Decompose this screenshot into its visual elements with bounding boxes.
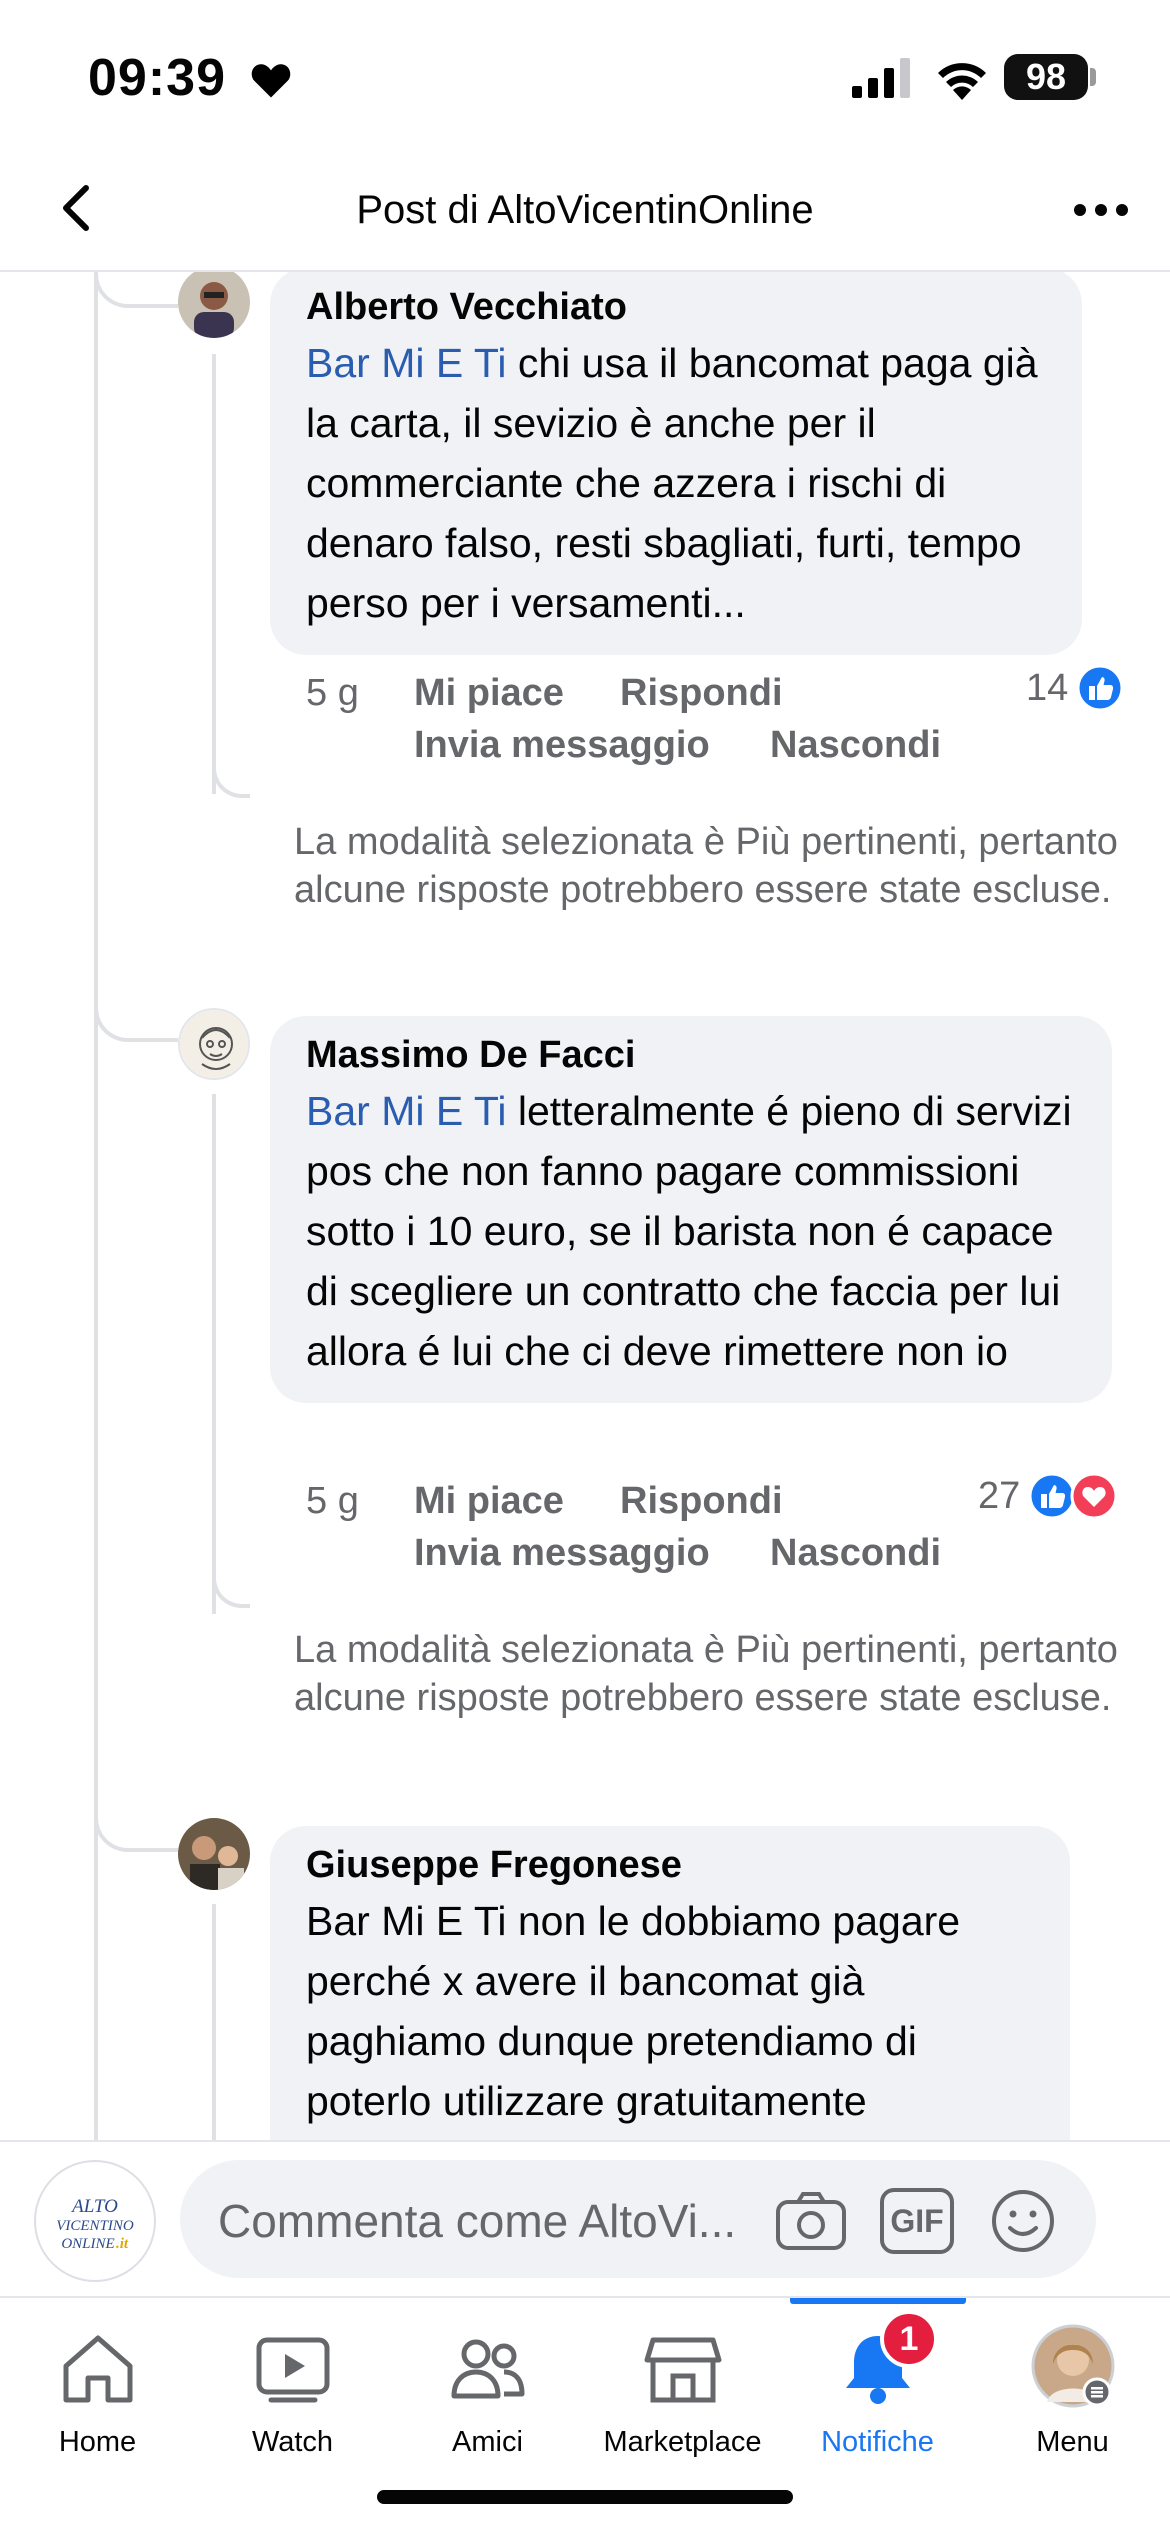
reply-button[interactable]: Rispondi (620, 1480, 783, 1523)
avatar[interactable] (178, 1008, 250, 1080)
avatar[interactable] (178, 1818, 250, 1890)
sort-notice: La modalità selezionata è Più pertinenti… (294, 1629, 1118, 1719)
avatar[interactable] (178, 272, 250, 338)
page-avatar-logo[interactable]: ALTO VICENTINO ONLINE .it (34, 2160, 156, 2282)
comment-author[interactable]: Alberto Vecchiato (306, 286, 1046, 329)
svg-text:ALTO: ALTO (70, 2196, 118, 2217)
reply-connector (212, 762, 250, 798)
reply-rail (212, 1904, 216, 2140)
tab-label: Amici (452, 2426, 523, 2458)
love-icon (1070, 1472, 1118, 1520)
like-button[interactable]: Mi piace (414, 672, 564, 715)
alto-vicentino-logo: ALTO VICENTINO ONLINE .it (56, 2196, 134, 2252)
svg-text:ONLINE: ONLINE (61, 2236, 114, 2252)
reply-rail (212, 354, 216, 794)
comment-thread[interactable]: Alberto Vecchiato Bar Mi E Ti chi usa il… (0, 272, 1170, 2140)
comment-time: 5 g (306, 1480, 359, 1522)
home-icon (63, 2335, 132, 2403)
status-time: 09:39 (88, 49, 226, 107)
tab-label: Marketplace (603, 2426, 762, 2458)
svg-text:VICENTINO: VICENTINO (56, 2218, 134, 2234)
comment-text: Bar Mi E Ti letteralmente é pieno di ser… (306, 1088, 1072, 1374)
comment-placeholder: Commenta come AltoVi... (218, 2195, 737, 2247)
tab-label: Notifiche (821, 2426, 934, 2458)
tab-home[interactable]: Home (0, 2298, 195, 2478)
hide-button[interactable]: Nascondi (770, 724, 941, 767)
comment-author[interactable]: Massimo De Facci (306, 1034, 1076, 1077)
home-indicator[interactable] (377, 2490, 793, 2504)
comment-time: 5 g (306, 672, 359, 714)
tab-notifications[interactable]: Notifiche (780, 2298, 975, 2478)
wifi-icon (938, 63, 986, 100)
tab-label: Watch (251, 2426, 334, 2458)
notification-badge: 1 (880, 2310, 938, 2368)
watch-icon (256, 2337, 329, 2403)
gif-button[interactable]: GIF (880, 2188, 954, 2254)
mention-link[interactable]: Bar Mi E Ti (306, 340, 506, 386)
hide-button[interactable]: Nascondi (770, 1532, 941, 1575)
tab-label: Menu (1036, 2426, 1109, 2458)
battery-tip (1090, 68, 1096, 86)
friends-icon (451, 2339, 524, 2399)
comment-bubble[interactable]: Alberto Vecchiato Bar Mi E Ti chi usa il… (270, 272, 1082, 655)
tab-watch[interactable]: Watch (195, 2298, 390, 2478)
tab-friends[interactable]: Amici (390, 2298, 585, 2478)
comment-bubble[interactable]: Massimo De Facci Bar Mi E Ti letteralmen… (270, 1016, 1112, 1403)
thread-connector (94, 272, 178, 308)
comment-composer: ALTO VICENTINO ONLINE .it Commenta come … (0, 2140, 1170, 2296)
reply-button[interactable]: Rispondi (620, 672, 783, 715)
reaction-summary[interactable]: 14 (1026, 664, 1124, 712)
comment-author[interactable]: Giuseppe Fregonese (306, 1844, 1034, 1887)
thread-connector (94, 1768, 178, 1852)
like-icon (1028, 1472, 1076, 1520)
page-title: Post di AltoVicentinOnline (356, 188, 814, 232)
tab-label: Home (58, 2426, 137, 2458)
mention-link[interactable]: Bar Mi E Ti (306, 1088, 506, 1134)
reaction-summary[interactable]: 27 (978, 1472, 1118, 1520)
like-button[interactable]: Mi piace (414, 1480, 564, 1523)
reply-rail (212, 1094, 216, 1614)
status-bar: 09:39 98 (0, 0, 1170, 150)
thread-connector (94, 958, 178, 1042)
marketplace-icon (644, 2337, 721, 2403)
heart-icon (251, 64, 291, 98)
send-message-button[interactable]: Invia messaggio (414, 1532, 710, 1575)
comment-bubble[interactable]: Giuseppe Fregonese Bar Mi E Ti non le do… (270, 1826, 1070, 2140)
cellular-signal-icon (852, 58, 910, 98)
send-message-button[interactable]: Invia messaggio (414, 724, 710, 767)
comment-text: Bar Mi E Ti chi usa il bancomat paga già… (306, 340, 1038, 626)
profile-avatar (1031, 2324, 1114, 2408)
camera-icon[interactable] (774, 2188, 848, 2254)
emoji-icon[interactable] (986, 2188, 1060, 2254)
thread-rail (94, 272, 98, 2140)
more-options-icon[interactable] (1066, 190, 1136, 230)
sort-notice: La modalità selezionata è Più pertinenti… (294, 821, 1118, 911)
comment-input[interactable]: Commenta come AltoVi... GIF (180, 2160, 1096, 2278)
reaction-count: 27 (978, 1474, 1021, 1517)
battery-level: 98 (1004, 54, 1088, 100)
reply-connector (212, 1572, 250, 1608)
post-header: Post di AltoVicentinOnline (0, 150, 1170, 272)
reaction-count: 14 (1026, 666, 1069, 709)
tab-menu[interactable]: Menu (975, 2298, 1170, 2478)
comment-text: Bar Mi E Ti non le dobbiamo pagare perch… (306, 1898, 961, 2124)
svg-text:.it: .it (116, 2236, 129, 2252)
tab-marketplace[interactable]: Marketplace (585, 2298, 780, 2478)
like-icon (1076, 664, 1124, 712)
